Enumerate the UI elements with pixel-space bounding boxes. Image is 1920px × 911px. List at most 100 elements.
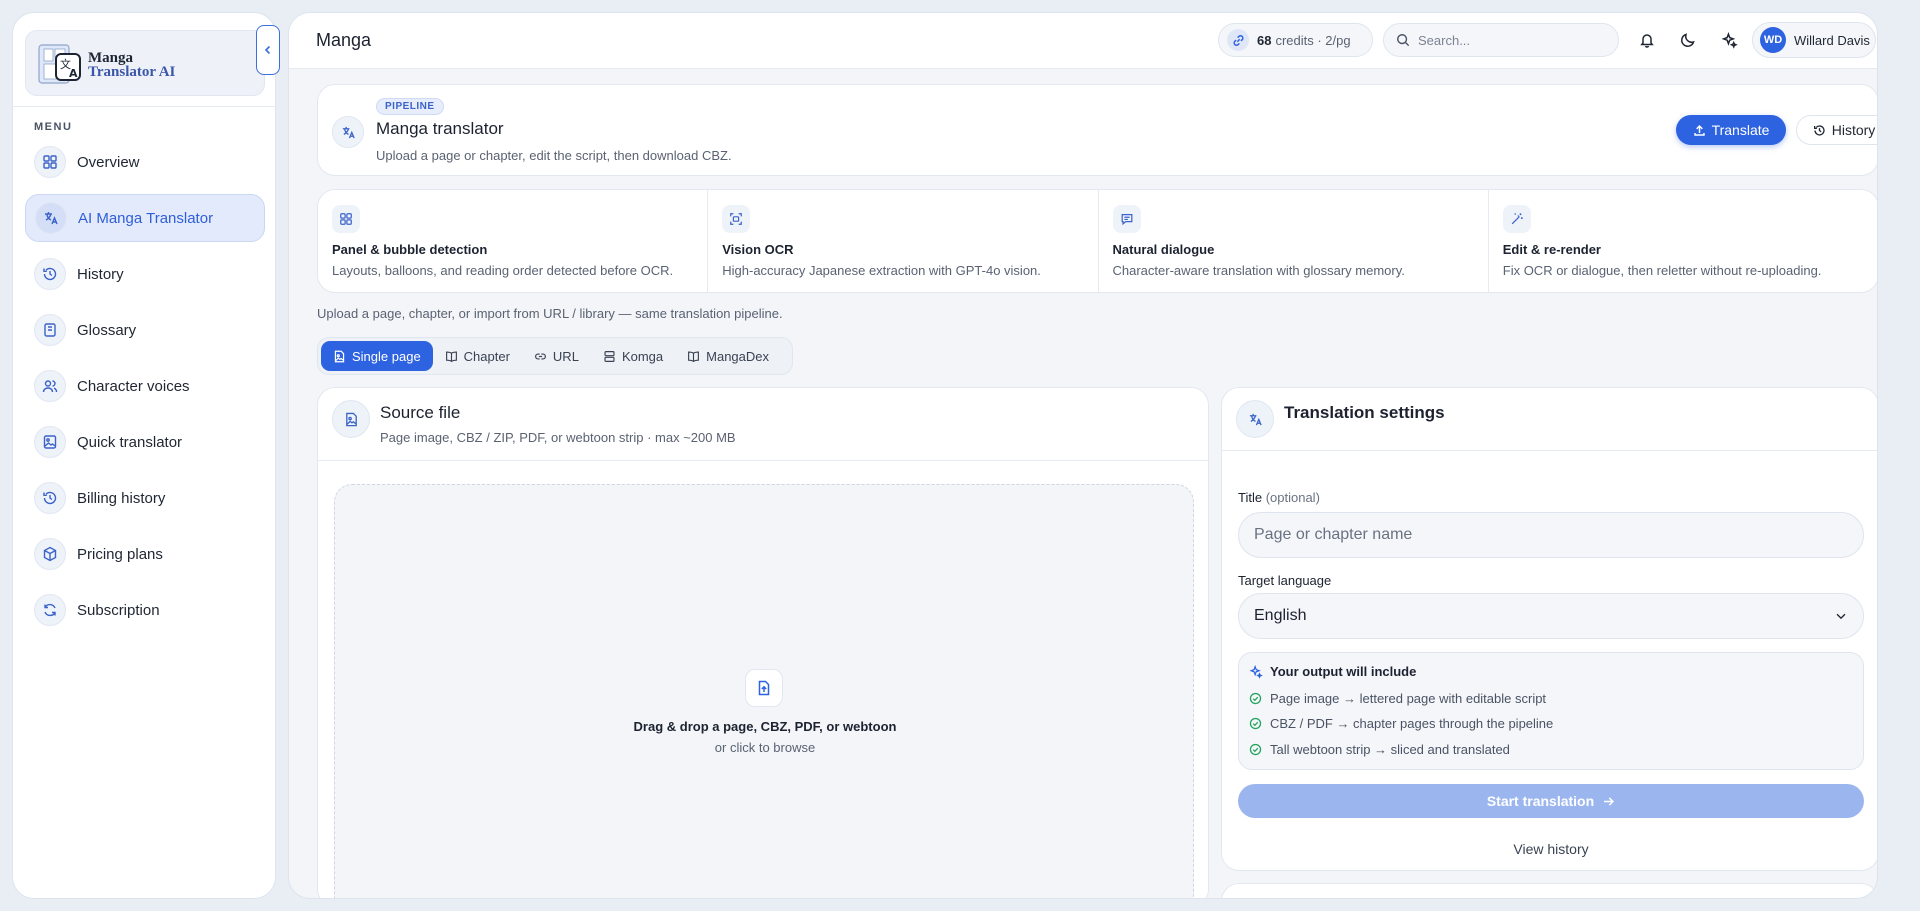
feature-card: Natural dialogue Character-aware transla… [1099,190,1489,292]
history-icon [1813,124,1826,137]
sidebar-item-label: Overview [77,153,140,171]
sidebar-item-ai-manga-translator[interactable]: AI Manga Translator [25,194,265,242]
user-menu[interactable]: WD Willard Davis [1752,22,1876,58]
menu-label: MENU [34,121,73,133]
collapse-sidebar-button[interactable] [256,25,280,75]
image-file-icon [34,426,66,458]
translation-settings-card: Translation settings Title (optional) Ta… [1221,387,1877,871]
sidebar: 文 A Manga Translator AI MENU Overview AI… [12,12,276,899]
logo-text: Manga Translator AI [88,51,176,80]
grid-icon [34,146,66,178]
pipeline-badge: PIPELINE [376,98,444,115]
image-file-icon [332,400,370,438]
tab-komga[interactable]: Komga [591,341,675,371]
tab-label: Komga [621,348,664,364]
tab-label: Single page [352,348,421,364]
moon-icon[interactable] [1677,29,1699,51]
sparkles-icon [1249,664,1263,679]
credits-badge[interactable]: 68 credits · 2/pg [1218,23,1373,57]
feature-desc: High-accuracy Japanese extraction with G… [722,263,1041,278]
refresh-icon [34,594,66,626]
sidebar-item-label: Pricing plans [77,545,163,563]
sidebar-item-glossary[interactable]: Glossary [25,306,265,354]
check-circle-icon [1249,692,1262,705]
sidebar-item-label: History [77,265,124,283]
sidebar-item-label: Character voices [77,377,190,395]
credits-count: 68 [1257,32,1272,48]
sidebar-item-quick-translator[interactable]: Quick translator [25,418,265,466]
sparkles-icon[interactable] [1718,29,1740,51]
translate-icon [1236,400,1274,438]
chevron-left-icon [263,45,273,55]
view-history-link[interactable]: View history [1222,841,1877,857]
image-file-icon [333,350,346,363]
search-bar[interactable] [1383,23,1619,57]
open-book-icon [445,350,458,363]
arrow-right-icon [1602,795,1615,808]
wand-icon [1502,205,1531,233]
sidebar-item-subscription[interactable]: Subscription [25,586,265,634]
source-title: Source file [380,403,461,422]
bell-icon[interactable] [1636,29,1658,51]
output-title: Your output will include [1270,664,1417,679]
tab-mangadex[interactable]: MangaDex [675,341,781,371]
book-icon [34,314,66,346]
tab-single-page[interactable]: Single page [321,341,433,371]
tab-chapter[interactable]: Chapter [433,341,522,371]
check-circle-icon [1249,717,1262,730]
logo[interactable]: 文 A Manga Translator AI [25,30,265,96]
scan-icon [722,205,751,233]
secondary-card [1221,883,1877,898]
sidebar-item-label: Glossary [77,321,137,339]
logo-line-2: Translator AI [88,64,176,80]
link-icon [534,350,547,363]
main-panel: Manga 68 credits · 2/pg WD Willard Davis [288,12,1878,899]
upload-icon [1693,124,1706,137]
page-subtitle: Upload a page or chapter, edit the scrip… [376,148,732,163]
sidebar-item-pricing-plans[interactable]: Pricing plans [25,530,265,578]
tab-url[interactable]: URL [522,341,591,371]
target-language-label: Target language [1238,573,1332,588]
target-language-value: English [1254,607,1307,624]
feature-card: Panel & bubble detection Layouts, balloo… [318,190,709,292]
feature-desc: Character-aware translation with glossar… [1112,263,1405,278]
sidebar-item-character-voices[interactable]: Character voices [25,362,265,410]
sidebar-item-history[interactable]: History [25,250,265,298]
output-item: Page image → lettered page with editable… [1249,691,1546,706]
credits-text: credits · 2/pg [1275,32,1351,48]
translate-label: Translate [1711,122,1770,138]
avatar: WD [1760,27,1786,53]
source-file-card: Source file Page image, CBZ / ZIP, PDF, … [317,387,1210,898]
settings-title: Translation settings [1284,403,1445,422]
search-input[interactable] [1418,32,1598,48]
sidebar-item-label: Billing history [77,489,166,507]
sidebar-item-label: AI Manga Translator [78,209,214,227]
sidebar-item-overview[interactable]: Overview [25,138,265,186]
file-dropzone[interactable]: Drag & drop a page, CBZ, PDF, or webtoon… [334,484,1194,898]
history-button[interactable]: History [1796,115,1877,145]
tab-label: MangaDex [706,348,770,364]
svg-text:A: A [69,67,78,80]
sidebar-item-billing-history[interactable]: Billing history [25,474,265,522]
output-item-text: CBZ / PDF → chapter pages through the pi… [1270,716,1554,731]
topbar: Manga 68 credits · 2/pg WD Willard Davis [289,13,1877,69]
server-icon [603,350,616,363]
open-book-icon [687,350,700,363]
start-translation-button[interactable]: Start translation [1238,784,1864,818]
features-strip: Panel & bubble detection Layouts, balloo… [317,189,1877,293]
output-title-row: Your output will include [1249,664,1416,679]
translate-icon [332,116,364,148]
grid-icon [332,205,360,233]
output-item: CBZ / PDF → chapter pages through the pi… [1249,716,1553,731]
title-field-label: Title (optional) [1238,490,1320,505]
tab-label: URL [552,348,579,364]
chevron-down-icon [1834,609,1848,623]
translate-button[interactable]: Translate [1676,115,1786,145]
message-icon [1112,205,1141,233]
title-input[interactable] [1238,512,1864,558]
users-icon [34,370,66,402]
sidebar-divider [13,106,275,107]
package-icon [34,538,66,570]
target-language-select[interactable]: English [1238,593,1864,639]
feature-title: Edit & re-render [1502,242,1601,257]
